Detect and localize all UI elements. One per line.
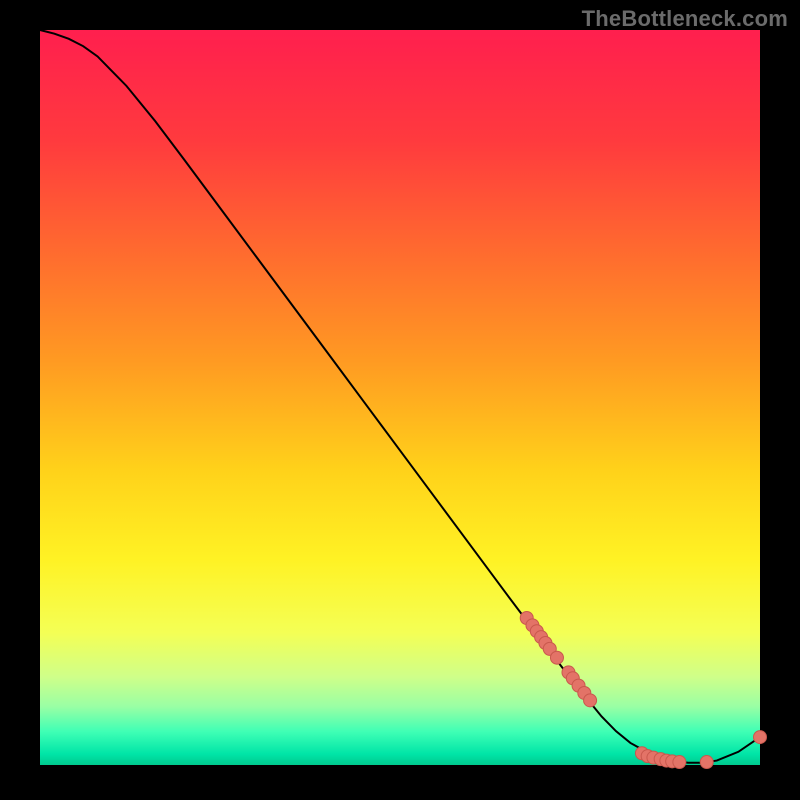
data-point (754, 731, 767, 744)
data-point (584, 694, 597, 707)
watermark-text: TheBottleneck.com (582, 6, 788, 32)
chart-stage: TheBottleneck.com (0, 0, 800, 800)
plot-bg (40, 30, 760, 765)
data-point (550, 651, 563, 664)
data-point (673, 756, 686, 769)
bottleneck-chart (0, 0, 800, 800)
data-point (700, 756, 713, 769)
